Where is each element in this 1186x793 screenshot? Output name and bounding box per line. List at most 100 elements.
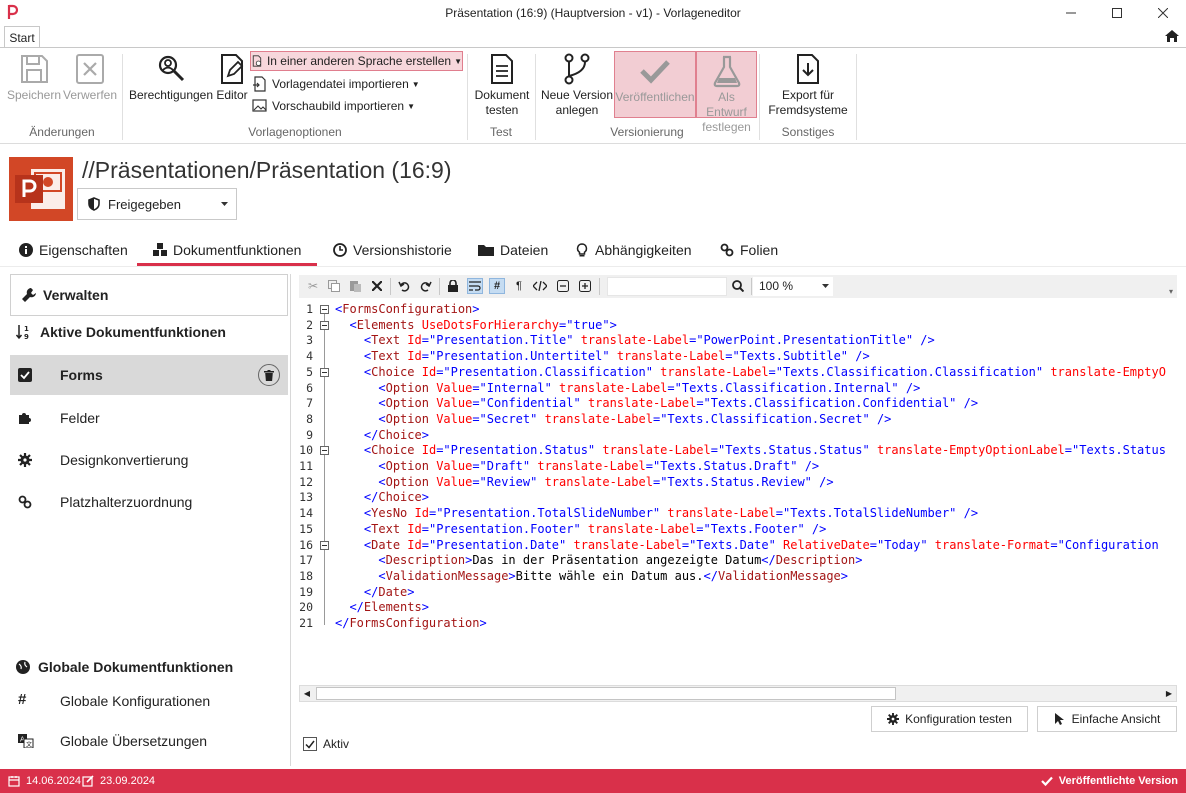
- word-wrap-button[interactable]: [467, 278, 483, 294]
- sidebar-item-forms[interactable]: Forms: [10, 355, 288, 395]
- publish-button[interactable]: Veröffentlichen: [614, 51, 696, 118]
- sidebar-item-placeholder-mapping[interactable]: Platzhalterzuordnung: [10, 482, 288, 522]
- page-title: //Präsentationen/Präsentation (16:9): [82, 157, 452, 183]
- test-document-button[interactable]: Dokument testen: [472, 52, 532, 118]
- tab-version-history[interactable]: Versionshistorie: [333, 234, 452, 266]
- line-number: 18: [299, 568, 313, 583]
- discard-button[interactable]: Verwerfen: [62, 52, 118, 103]
- active-checkbox[interactable]: [303, 737, 317, 751]
- permissions-icon: [158, 55, 185, 82]
- toolbar-overflow-icon[interactable]: ▾: [1169, 287, 1173, 296]
- permissions-button[interactable]: Berechtigungen: [127, 52, 215, 103]
- line-number: 12: [299, 474, 313, 489]
- code-text: <Option Value="Review" translate-Label="…: [378, 474, 834, 489]
- tab-document-functions[interactable]: Dokumentfunktionen: [137, 234, 318, 266]
- scrollbar-thumb[interactable]: [316, 687, 896, 700]
- document-icon: [491, 54, 513, 84]
- tab-slides[interactable]: Folien: [720, 234, 778, 266]
- paste-button[interactable]: [347, 278, 363, 294]
- scroll-right-icon[interactable]: ▶: [1164, 689, 1174, 699]
- code-text: </Elements>: [349, 600, 429, 615]
- editor-button[interactable]: Editor: [215, 52, 249, 103]
- expand-all-button[interactable]: [577, 278, 593, 294]
- flask-icon: [713, 55, 740, 88]
- link-icon: [18, 495, 32, 509]
- maximize-button[interactable]: [1094, 0, 1140, 26]
- edit-icon: [82, 775, 94, 787]
- scissors-icon: ✂: [307, 279, 319, 293]
- line-number: 2: [306, 317, 313, 332]
- published-version-badge: Veröffentlichte Version: [1041, 775, 1178, 787]
- code-text: <Option Value="Internal" translate-Label…: [378, 380, 921, 395]
- code-text: </FormsConfiguration>: [335, 616, 487, 630]
- chevron-down-icon: [221, 202, 228, 206]
- tab-files[interactable]: Dateien: [478, 234, 548, 266]
- minimize-button[interactable]: [1048, 0, 1094, 26]
- fold-toggle-icon[interactable]: [320, 446, 329, 456]
- maximize-icon: [1112, 8, 1122, 18]
- import-template-button[interactable]: Vorlagendatei importieren ▼: [252, 74, 420, 94]
- toolbar-separator: [751, 278, 752, 295]
- new-version-button[interactable]: Neue Version anlegen: [540, 52, 614, 118]
- line-numbers-button[interactable]: #: [489, 278, 505, 294]
- code-text: <Description>Das in der Präsentation ang…: [378, 553, 863, 568]
- home-icon[interactable]: [1164, 28, 1180, 44]
- code-editor[interactable]: 1 <FormsConfiguration> 2 <Elements UseDots…: [299, 300, 1177, 683]
- line-number: 3: [306, 333, 313, 348]
- simple-view-button[interactable]: Einfache Ansicht: [1037, 706, 1177, 732]
- test-configuration-button[interactable]: Konfiguration testen: [871, 706, 1028, 732]
- sidebar-item-global-configurations[interactable]: # Globale Konfigurationen: [10, 681, 288, 721]
- chevron-down-icon: ▼: [411, 79, 420, 89]
- fold-guide: [324, 308, 325, 625]
- show-whitespace-button[interactable]: ¶: [511, 278, 527, 294]
- sidebar-item-design-conversion[interactable]: Designkonvertierung: [10, 440, 288, 480]
- undo-button[interactable]: [396, 278, 412, 294]
- copy-button[interactable]: [326, 278, 342, 294]
- code-button[interactable]: [532, 278, 548, 294]
- status-dropdown[interactable]: Freigegeben: [77, 188, 237, 220]
- delete-text-button[interactable]: [369, 278, 385, 294]
- fold-toggle-icon[interactable]: [320, 305, 329, 314]
- sidebar-item-global-translations[interactable]: A文 Globale Übersetzungen: [10, 721, 288, 761]
- active-checkbox-row[interactable]: Aktiv: [303, 737, 349, 751]
- fold-toggle-icon[interactable]: [320, 540, 329, 550]
- wrap-icon: [469, 281, 481, 291]
- tab-dependencies[interactable]: Abhängigkeiten: [575, 234, 692, 266]
- code-text: </Date>: [363, 584, 415, 599]
- info-icon: [19, 243, 33, 257]
- clock-icon: [333, 243, 347, 257]
- tab-properties[interactable]: Eigenschaften: [19, 234, 128, 266]
- toolbar-separator: [439, 278, 440, 295]
- set-draft-button[interactable]: Als Entwurf festlegen: [696, 51, 757, 134]
- puzzle-icon: [19, 413, 31, 424]
- save-button[interactable]: Speichern: [6, 52, 62, 103]
- cut-button[interactable]: ✂: [305, 278, 321, 294]
- gear-icon: [887, 713, 900, 725]
- fold-toggle-icon[interactable]: [320, 367, 329, 377]
- delete-button[interactable]: [258, 364, 280, 386]
- create-other-language-button[interactable]: In einer anderen Sprache erstellen ▼: [250, 51, 463, 71]
- group-label-changes: Änderungen: [29, 125, 95, 139]
- search-input[interactable]: [607, 277, 727, 296]
- globe-icon: [16, 660, 30, 674]
- tab-start[interactable]: Start: [4, 26, 40, 49]
- manage-button[interactable]: Verwalten: [10, 274, 288, 316]
- lock-button[interactable]: [445, 278, 461, 294]
- zoom-select[interactable]: 100 %: [753, 277, 833, 296]
- export-icon: [797, 54, 819, 84]
- fold-toggle-icon[interactable]: [320, 320, 329, 330]
- scroll-left-icon[interactable]: ◀: [302, 689, 312, 699]
- search-button[interactable]: [730, 278, 746, 294]
- line-number: 14: [299, 506, 313, 521]
- horizontal-scrollbar[interactable]: ◀ ▶: [299, 685, 1177, 702]
- collapse-all-button[interactable]: [555, 278, 571, 294]
- redo-button[interactable]: [418, 278, 434, 294]
- export-button[interactable]: Export für Fremdsysteme: [764, 52, 852, 118]
- link-icon: [720, 243, 734, 257]
- sidebar: Verwalten 19 Aktive Dokumentfunktionen F…: [8, 274, 291, 766]
- document-tabs: Eigenschaften Dokumentfunktionen Version…: [0, 234, 1186, 266]
- close-button[interactable]: [1140, 0, 1186, 26]
- import-preview-button[interactable]: Vorschaubild importieren ▼: [252, 96, 415, 116]
- sidebar-item-fields[interactable]: Felder: [10, 398, 288, 438]
- line-number: 1: [306, 302, 313, 316]
